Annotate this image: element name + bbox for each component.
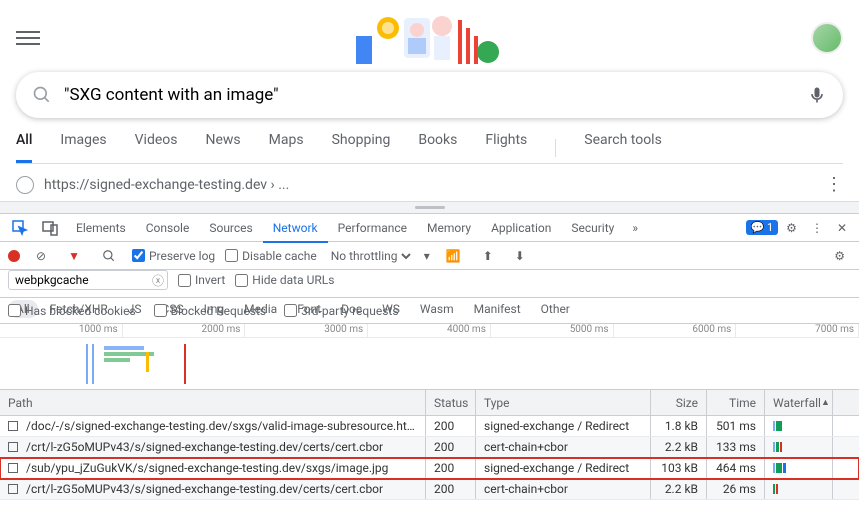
search-tab-shopping[interactable]: Shopping	[332, 132, 391, 163]
settings-gear-icon[interactable]: ⚙	[780, 217, 803, 239]
search-tools-tab[interactable]: Search tools	[584, 132, 662, 163]
timeline-tick: 7000 ms	[736, 324, 859, 337]
search-icon	[32, 85, 52, 105]
upload-har-icon[interactable]: ⬆	[477, 245, 499, 267]
timeline-tick: 2000 ms	[123, 324, 246, 337]
devtools-panel-network[interactable]: Network	[263, 215, 328, 243]
clear-filter-icon[interactable]: ⓧ	[152, 272, 164, 289]
issues-badge[interactable]: 💬 1	[746, 220, 779, 235]
filter-type-wasm[interactable]: Wasm	[412, 300, 462, 318]
network-toolbar: ⊘ ▼ Preserve log Disable cache No thrott…	[0, 242, 859, 270]
preserve-log-checkbox[interactable]: Preserve log	[132, 249, 215, 263]
clear-button[interactable]: ⊘	[30, 245, 52, 267]
timeline-tick: 6000 ms	[614, 324, 737, 337]
devtools-panel-performance[interactable]: Performance	[328, 215, 417, 241]
more-options-icon[interactable]: ⋮	[825, 174, 843, 195]
timeline-tick: 3000 ms	[245, 324, 368, 337]
col-waterfall[interactable]: Waterfall ▲	[765, 390, 833, 415]
hamburger-menu-icon[interactable]	[16, 27, 40, 49]
network-timeline[interactable]: 1000 ms2000 ms3000 ms4000 ms5000 ms6000 …	[0, 324, 859, 390]
search-input[interactable]	[64, 85, 807, 105]
devtools-drag-handle[interactable]	[0, 201, 859, 213]
result-url[interactable]: https://signed-exchange-testing.dev › ..…	[44, 177, 289, 193]
throttling-select[interactable]: No throttling	[327, 248, 414, 264]
network-conditions-icon[interactable]: 📶	[440, 245, 467, 267]
globe-icon	[16, 176, 34, 194]
devtools-panel-memory[interactable]: Memory	[417, 215, 481, 241]
filter-input[interactable]	[8, 270, 168, 290]
timeline-tick: 4000 ms	[368, 324, 491, 337]
devtools-panel-elements[interactable]: Elements	[66, 215, 136, 241]
devtools-panel-tabs: ElementsConsoleSourcesNetworkPerformance…	[0, 214, 859, 242]
google-doodle-logo[interactable]	[52, 8, 799, 68]
col-status[interactable]: Status	[426, 390, 476, 415]
search-tab-videos[interactable]: Videos	[135, 132, 178, 163]
timeline-tick: 5000 ms	[491, 324, 614, 337]
disable-cache-checkbox[interactable]: Disable cache	[225, 249, 317, 263]
close-devtools-icon[interactable]: ✕	[831, 217, 853, 239]
filter-type-other[interactable]: Other	[533, 300, 578, 318]
search-tab-books[interactable]: Books	[418, 132, 457, 163]
third-party-checkbox[interactable]: 3rd-party requests	[284, 304, 398, 318]
blocked-cookies-checkbox[interactable]: Has blocked cookies	[8, 304, 136, 318]
col-path[interactable]: Path	[0, 390, 426, 415]
search-tab-flights[interactable]: Flights	[485, 132, 527, 163]
invert-checkbox[interactable]: Invert	[178, 273, 225, 287]
user-avatar[interactable]	[811, 22, 843, 54]
search-bar	[16, 72, 843, 118]
hide-data-urls-checkbox[interactable]: Hide data URLs	[235, 273, 334, 287]
devtools-panel-console[interactable]: Console	[136, 215, 200, 241]
network-request-row[interactable]: /sub/ypu_jZuGukVK/s/signed-exchange-test…	[0, 458, 859, 479]
col-time[interactable]: Time	[707, 390, 765, 415]
filter-type-manifest[interactable]: Manifest	[466, 300, 529, 318]
search-network-icon[interactable]	[96, 245, 122, 267]
record-button[interactable]	[8, 250, 20, 262]
download-har-icon[interactable]: ⬇	[509, 245, 531, 267]
col-size[interactable]: Size	[651, 390, 707, 415]
network-request-row[interactable]: /crt/l-zG5oMUPv43/s/signed-exchange-test…	[0, 479, 859, 500]
network-request-row[interactable]: /crt/l-zG5oMUPv43/s/signed-exchange-test…	[0, 437, 859, 458]
network-settings-icon[interactable]: ⚙	[828, 245, 851, 267]
blocked-requests-checkbox[interactable]: Blocked Requests	[154, 304, 266, 318]
network-request-row[interactable]: /doc/-/s/signed-exchange-testing.dev/sxg…	[0, 416, 859, 437]
col-type[interactable]: Type	[476, 390, 651, 415]
search-tabs: All Images Videos News Maps Shopping Books Flig…	[16, 118, 843, 164]
microphone-icon[interactable]	[807, 85, 827, 105]
search-tab-maps[interactable]: Maps	[269, 132, 304, 163]
network-requests-table: Path Status Type Size Time Waterfall ▲ /…	[0, 390, 859, 500]
devtools-panel-security[interactable]: Security	[561, 215, 624, 241]
search-result: https://signed-exchange-testing.dev › ..…	[16, 164, 843, 201]
inspect-element-icon[interactable]	[6, 216, 34, 240]
device-toolbar-icon[interactable]	[36, 216, 64, 240]
search-tab-news[interactable]: News	[206, 132, 241, 163]
search-tab-all[interactable]: All	[16, 132, 32, 163]
kebab-menu-icon[interactable]: ⋮	[805, 217, 829, 239]
devtools-panel-application[interactable]: Application	[481, 215, 561, 241]
table-header: Path Status Type Size Time Waterfall ▲	[0, 390, 859, 416]
devtools-panel-sources[interactable]: Sources	[199, 215, 262, 241]
more-panels-icon[interactable]: »	[626, 217, 644, 239]
search-tab-images[interactable]: Images	[60, 132, 106, 163]
timeline-tick: 1000 ms	[0, 324, 123, 337]
filter-icon[interactable]: ▼	[62, 245, 86, 267]
network-filter-bar: ⓧ Invert Hide data URLs AllFetch/XHRJSCS…	[0, 270, 859, 298]
